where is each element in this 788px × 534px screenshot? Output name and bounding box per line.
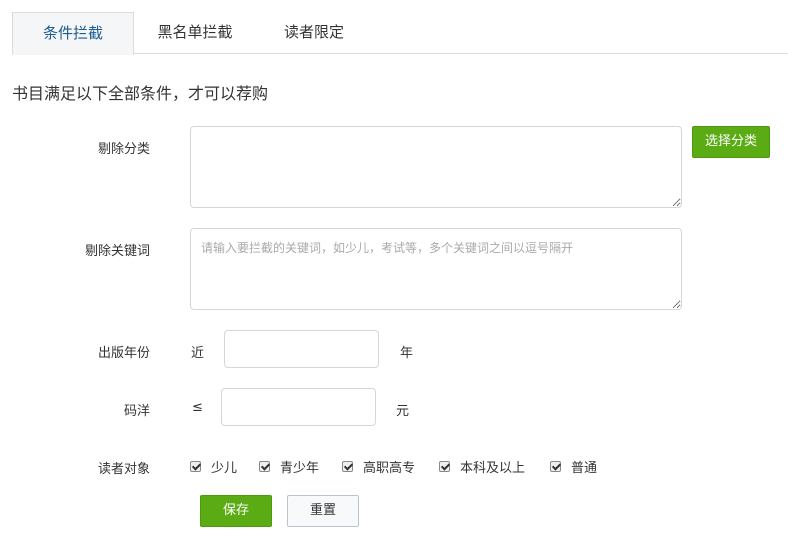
- price-prefix: ≤: [192, 400, 203, 415]
- checkbox-checked-icon[interactable]: [439, 460, 450, 472]
- exclude-category-field[interactable]: [190, 126, 682, 208]
- reader-option-undergrad[interactable]: 本科及以上: [439, 458, 526, 476]
- checkbox-checked-icon[interactable]: [259, 460, 270, 472]
- intro-text: 书目满足以下全部条件，才可以荐购: [12, 84, 269, 103]
- reader-option-label: 高职高专: [363, 460, 416, 476]
- reader-option-label: 青少年: [280, 460, 320, 476]
- reader-option-teen[interactable]: 青少年: [259, 458, 320, 476]
- reader-option-label: 少儿: [211, 460, 238, 476]
- price-suffix: 元: [396, 404, 410, 419]
- price-input[interactable]: [221, 388, 376, 426]
- save-button[interactable]: 保存: [200, 495, 272, 527]
- pub-year-label: 出版年份: [97, 346, 150, 361]
- price-label: 码洋: [123, 404, 150, 419]
- reader-option-label: 本科及以上: [460, 460, 526, 476]
- reader-option-vocational[interactable]: 高职高专: [342, 458, 416, 476]
- reader-option-children[interactable]: 少儿: [190, 458, 238, 476]
- select-category-button[interactable]: 选择分类: [692, 126, 770, 158]
- tab-bar: 条件拦截 黑名单拦截 读者限定: [12, 12, 788, 55]
- tab-blacklist-intercept[interactable]: 黑名单拦截: [138, 12, 252, 54]
- exclude-keywords-field[interactable]: [190, 228, 682, 310]
- exclude-category-label: 剔除分类: [97, 142, 150, 157]
- tab-condition-intercept[interactable]: 条件拦截: [12, 12, 134, 55]
- checkbox-checked-icon[interactable]: [190, 460, 201, 472]
- pub-year-prefix: 近: [191, 346, 205, 361]
- checkbox-checked-icon[interactable]: [550, 460, 561, 472]
- checkbox-checked-icon[interactable]: [342, 460, 353, 472]
- tab-reader-restriction[interactable]: 读者限定: [262, 12, 366, 54]
- reset-button[interactable]: 重置: [287, 495, 359, 527]
- reader-option-general[interactable]: 普通: [550, 458, 598, 476]
- pub-year-input[interactable]: [224, 330, 379, 368]
- exclude-keywords-label: 剔除关键词: [84, 244, 150, 259]
- pub-year-suffix: 年: [400, 346, 414, 361]
- readers-label: 读者对象: [97, 462, 150, 477]
- reader-option-label: 普通: [571, 460, 598, 476]
